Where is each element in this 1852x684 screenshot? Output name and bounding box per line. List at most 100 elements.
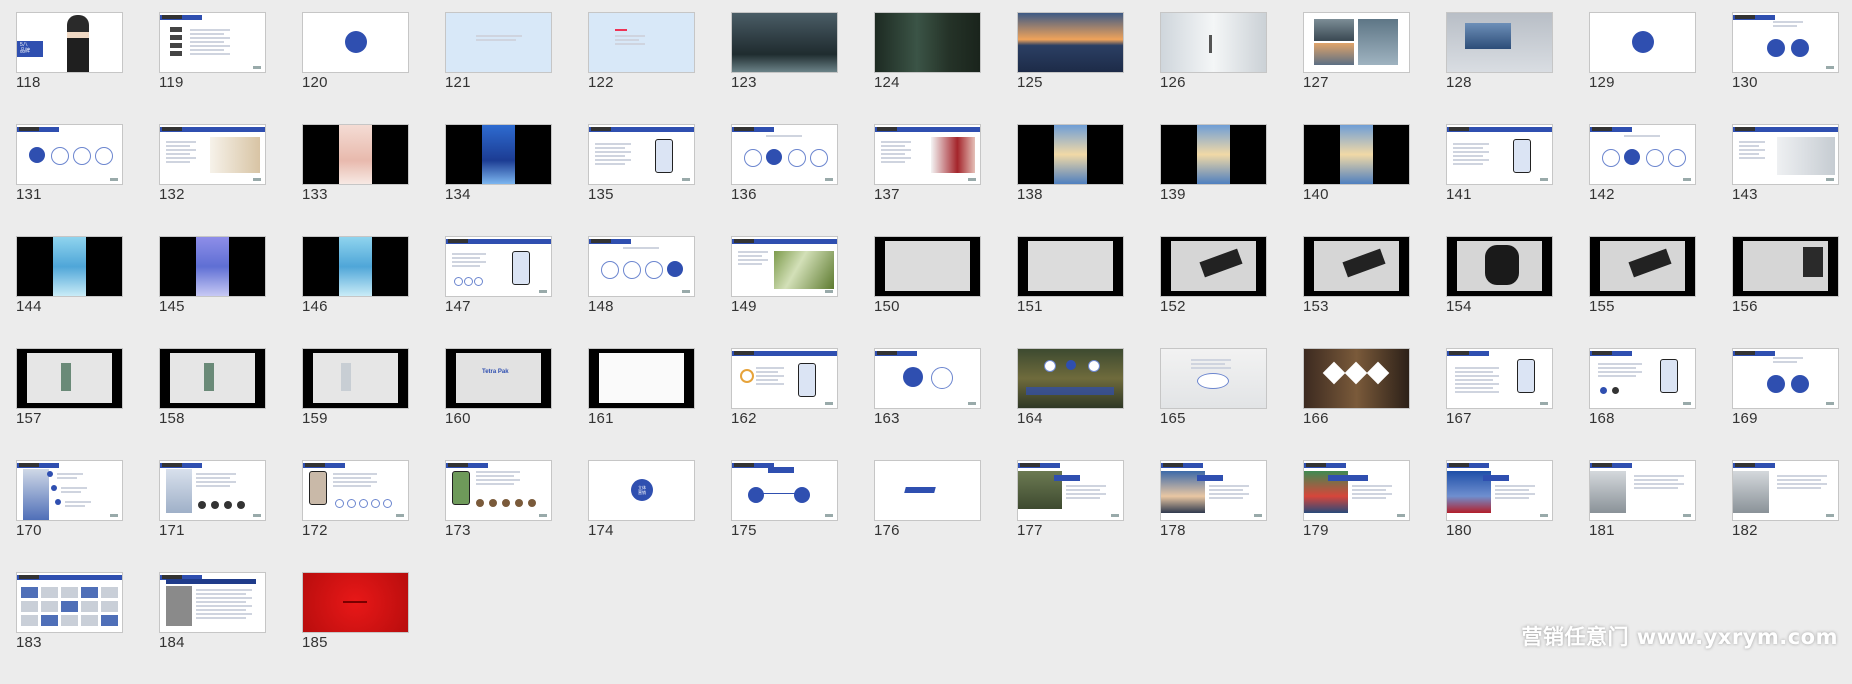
slide-preview[interactable] — [1303, 348, 1410, 409]
slide-preview[interactable] — [1589, 348, 1696, 409]
slide-thumbnail[interactable]: 143 — [1732, 124, 1839, 236]
slide-thumbnail[interactable]: 122 — [588, 12, 695, 124]
slide-preview[interactable] — [1446, 236, 1553, 297]
slide-thumbnail[interactable]: 178 — [1160, 460, 1267, 572]
slide-thumbnail[interactable]: 132 — [159, 124, 266, 236]
slide-preview[interactable] — [16, 236, 123, 297]
slide-preview[interactable] — [302, 348, 409, 409]
slide-preview[interactable] — [1589, 236, 1696, 297]
slide-thumbnail[interactable]: 172 — [302, 460, 409, 572]
slide-preview[interactable] — [445, 236, 552, 297]
slide-thumbnail[interactable]: 125 — [1017, 12, 1124, 124]
slide-thumbnail[interactable]: 134 — [445, 124, 552, 236]
slide-preview[interactable] — [588, 12, 695, 73]
slide-preview[interactable] — [1446, 12, 1553, 73]
slide-thumbnail[interactable]: 5八 品牌 118 — [16, 12, 123, 124]
slide-thumbnail[interactable]: 170 — [16, 460, 123, 572]
slide-thumbnail[interactable]: 136 — [731, 124, 838, 236]
slide-thumbnail[interactable]: 168 — [1589, 348, 1696, 460]
slide-thumbnail[interactable]: 147 — [445, 236, 552, 348]
slide-thumbnail[interactable]: 140 — [1303, 124, 1410, 236]
slide-preview[interactable] — [874, 348, 981, 409]
slide-thumbnail[interactable]: 141 — [1446, 124, 1553, 236]
slide-thumbnail[interactable]: 119 — [159, 12, 266, 124]
slide-thumbnail[interactable]: 137 — [874, 124, 981, 236]
slide-preview[interactable] — [1017, 460, 1124, 521]
slide-thumbnail[interactable]: 130 — [1732, 12, 1839, 124]
slide-thumbnail[interactable]: 150 — [874, 236, 981, 348]
slide-preview[interactable] — [302, 236, 409, 297]
slide-thumbnail[interactable]: 144 — [16, 236, 123, 348]
slide-preview[interactable] — [874, 460, 981, 521]
slide-preview[interactable] — [302, 460, 409, 521]
slide-preview[interactable] — [159, 572, 266, 633]
slide-preview[interactable] — [1589, 124, 1696, 185]
slide-thumbnail[interactable]: 180 — [1446, 460, 1553, 572]
slide-thumbnail[interactable]: 164 — [1017, 348, 1124, 460]
slide-thumbnail[interactable]: 立体 营销 174 — [588, 460, 695, 572]
slide-preview[interactable] — [874, 12, 981, 73]
slide-thumbnail[interactable]: 127 — [1303, 12, 1410, 124]
slide-thumbnail[interactable]: 158 — [159, 348, 266, 460]
slide-thumbnail[interactable]: 151 — [1017, 236, 1124, 348]
slide-preview[interactable] — [1732, 12, 1839, 73]
slide-thumbnail[interactable]: 165 — [1160, 348, 1267, 460]
slide-thumbnail[interactable]: 128 — [1446, 12, 1553, 124]
slide-thumbnail[interactable]: 123 — [731, 12, 838, 124]
slide-preview[interactable] — [1732, 124, 1839, 185]
slide-thumbnail[interactable]: 176 — [874, 460, 981, 572]
slide-preview[interactable] — [731, 348, 838, 409]
slide-preview[interactable] — [445, 124, 552, 185]
slide-thumbnail[interactable]: 177 — [1017, 460, 1124, 572]
slide-preview[interactable] — [588, 236, 695, 297]
slide-preview[interactable] — [1160, 460, 1267, 521]
slide-preview[interactable] — [1160, 236, 1267, 297]
slide-thumbnail[interactable]: 148 — [588, 236, 695, 348]
slide-thumbnail[interactable]: Tetra Pak 160 — [445, 348, 552, 460]
slide-preview[interactable] — [445, 12, 552, 73]
slide-preview[interactable]: 立体 营销 — [588, 460, 695, 521]
slide-preview[interactable] — [1303, 460, 1410, 521]
slide-preview[interactable] — [16, 348, 123, 409]
slide-preview[interactable] — [1446, 348, 1553, 409]
slide-preview[interactable] — [1446, 124, 1553, 185]
slide-thumbnail[interactable]: 167 — [1446, 348, 1553, 460]
slide-thumbnail[interactable]: 184 — [159, 572, 266, 684]
slide-preview[interactable] — [159, 348, 266, 409]
slide-preview[interactable] — [1446, 460, 1553, 521]
slide-thumbnail[interactable]: 163 — [874, 348, 981, 460]
slide-thumbnail[interactable]: 121 — [445, 12, 552, 124]
slide-thumbnail[interactable]: 162 — [731, 348, 838, 460]
slide-preview[interactable] — [1589, 460, 1696, 521]
slide-preview[interactable] — [159, 460, 266, 521]
slide-thumbnail[interactable]: 152 — [1160, 236, 1267, 348]
slide-preview[interactable] — [731, 12, 838, 73]
slide-preview[interactable] — [731, 124, 838, 185]
slide-thumbnail[interactable]: 157 — [16, 348, 123, 460]
slide-thumbnail[interactable]: 126 — [1160, 12, 1267, 124]
slide-thumbnail[interactable]: 129 — [1589, 12, 1696, 124]
slide-preview[interactable]: Tetra Pak — [445, 348, 552, 409]
slide-thumbnail[interactable]: 146 — [302, 236, 409, 348]
slide-preview[interactable] — [1303, 124, 1410, 185]
slide-thumbnail[interactable]: 131 — [16, 124, 123, 236]
slide-preview[interactable] — [731, 236, 838, 297]
slide-thumbnail[interactable]: 138 — [1017, 124, 1124, 236]
slide-thumbnail[interactable]: 154 — [1446, 236, 1553, 348]
slide-preview[interactable] — [1589, 12, 1696, 73]
slide-preview[interactable] — [1017, 124, 1124, 185]
slide-preview[interactable] — [1017, 12, 1124, 73]
slide-preview[interactable] — [302, 124, 409, 185]
slide-thumbnail[interactable]: 175 — [731, 460, 838, 572]
slide-preview[interactable] — [16, 124, 123, 185]
slide-preview[interactable] — [159, 12, 266, 73]
slide-preview[interactable] — [731, 460, 838, 521]
slide-preview[interactable] — [159, 236, 266, 297]
slide-preview[interactable] — [874, 236, 981, 297]
slide-thumbnail[interactable]: 181 — [1589, 460, 1696, 572]
slide-thumbnail[interactable]: 169 — [1732, 348, 1839, 460]
slide-preview[interactable] — [588, 124, 695, 185]
slide-thumbnail[interactable]: 139 — [1160, 124, 1267, 236]
slide-preview[interactable] — [1732, 348, 1839, 409]
slide-preview[interactable] — [1303, 236, 1410, 297]
